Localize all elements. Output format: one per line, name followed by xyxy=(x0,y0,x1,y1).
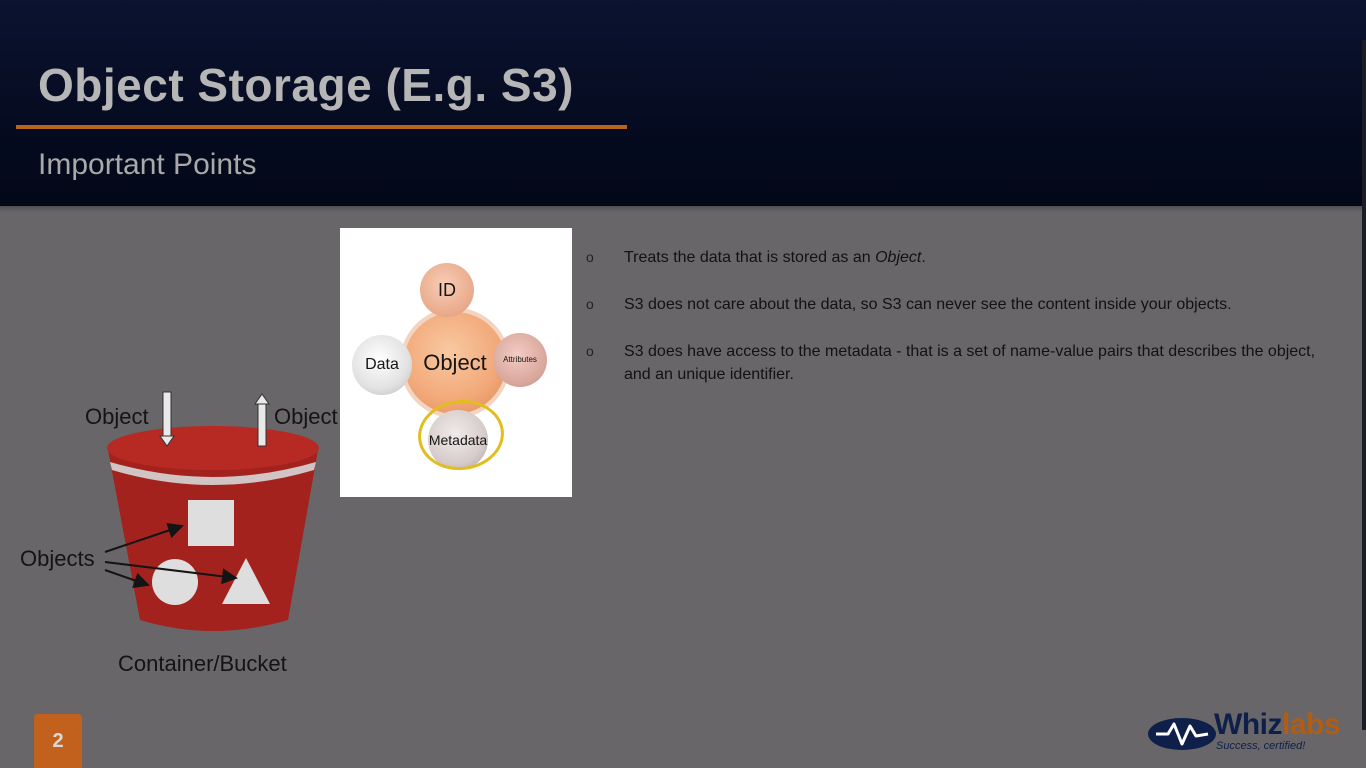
bullet-icon: o xyxy=(586,296,594,312)
square-object xyxy=(188,500,234,546)
id-bubble: ID xyxy=(420,263,474,317)
object-diagram: Object ID Data Attributes Meta data xyxy=(340,228,572,497)
slide-header: Object Storage (E.g. S3) Important Point… xyxy=(0,0,1366,206)
important-points-list: o Treats the data that is stored as an O… xyxy=(586,246,1326,410)
whizlabs-logo: Whizlabs Success, certified! xyxy=(1142,706,1342,758)
header-shadow xyxy=(0,206,1366,212)
data-bubble: Data xyxy=(352,335,412,395)
logo-wordmark: Whizlabs xyxy=(1214,708,1341,741)
logo-tagline: Success, certified! xyxy=(1216,740,1306,752)
slide-title: Object Storage (E.g. S3) xyxy=(38,59,574,111)
object-in-label: Object xyxy=(85,404,149,429)
bullet-icon: o xyxy=(586,343,594,359)
slide-subtitle: Important Points xyxy=(38,148,257,181)
logo-mark-icon xyxy=(1148,718,1216,750)
title-underline xyxy=(16,125,627,129)
object-out-label: Object xyxy=(274,404,338,429)
page-number: 2 xyxy=(34,714,82,768)
list-item: o Treats the data that is stored as an O… xyxy=(586,246,1326,269)
list-item: o S3 does have access to the metadata - … xyxy=(586,340,1326,386)
attributes-bubble: Attributes xyxy=(493,333,547,387)
bucket-caption: Container/Bucket xyxy=(118,651,287,676)
bucket-rim xyxy=(107,426,319,470)
emphasis-text: Object xyxy=(875,249,922,266)
objects-label: Objects xyxy=(20,546,95,571)
bucket-illustration: Object Object Objects Container/Bucket xyxy=(0,380,360,690)
object-in-arrow xyxy=(159,391,175,447)
list-item: o S3 does not care about the data, so S3… xyxy=(586,293,1326,316)
bullet-icon: o xyxy=(586,249,594,265)
circle-object xyxy=(152,559,198,605)
window-edge xyxy=(1362,40,1366,730)
